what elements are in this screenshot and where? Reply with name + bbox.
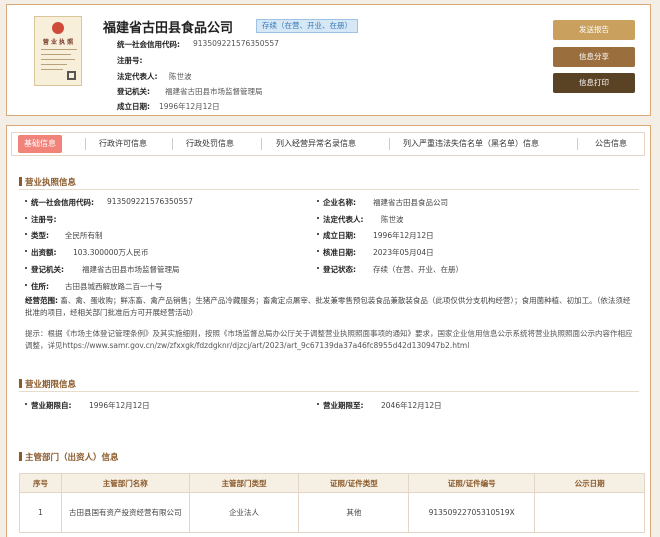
field-label: 统一社会信用代码: <box>31 198 94 207</box>
column-header: 证照/证件类型 <box>298 473 410 493</box>
table-header-row: 序号 主管部门名称 主管部门类型 证照/证件类型 证照/证件编号 公示日期 <box>19 473 645 493</box>
tab-admin-penalty[interactable]: 行政处罚信息 <box>186 133 234 155</box>
field-label: 法定代表人: <box>323 215 364 224</box>
tab-divider <box>85 138 86 150</box>
field-label: 核准日期: <box>323 248 356 257</box>
column-header: 主管部门类型 <box>188 473 300 493</box>
company-header-card: 营 业 执 照 福建省古田县食品公司 存续（在营、开业、在册） 统一社会信用代码… <box>6 4 651 116</box>
tab-admin-license[interactable]: 行政许可信息 <box>99 133 147 155</box>
bullet-icon <box>25 233 27 235</box>
info-tabs: 基础信息 行政许可信息 行政处罚信息 列入经营异常名录信息 列入严重违法失信名单… <box>11 132 645 156</box>
field-label: 登记状态: <box>323 265 356 274</box>
field-label: 营业期限自: <box>31 401 72 410</box>
cell-dept-type: 企业法人 <box>188 492 300 533</box>
field-value: 存续（在营、开业、在册） <box>373 265 463 274</box>
header-row-label: 登记机关: <box>117 87 150 96</box>
print-info-button[interactable]: 信息打印 <box>553 73 635 93</box>
field-label: 企业名称: <box>323 198 356 207</box>
bullet-icon <box>25 217 27 219</box>
field-label: 住所: <box>31 282 49 291</box>
field-value: 1996年12月12日 <box>373 231 434 240</box>
field-value: 全民所有制 <box>65 231 103 240</box>
business-scope-value: 畜、禽、蛋收购；鲜冻畜、禽产品销售；生猪产品冷藏服务；畜禽定点屠宰、批发兼零售预… <box>25 296 631 317</box>
column-header: 公示日期 <box>534 473 645 493</box>
field-value: 陈世波 <box>381 215 404 224</box>
notice-text: 提示：根据《市场主体登记管理条例》及其实施细则，按照《市场监督总局办公厅关于调整… <box>25 329 633 350</box>
tab-abnormal-list[interactable]: 列入经营异常名录信息 <box>276 133 356 155</box>
header-row-value: 陈世波 <box>169 72 192 81</box>
bullet-icon <box>317 403 319 405</box>
bullet-icon <box>317 250 319 252</box>
business-scope-label: 经营范围: <box>25 296 58 305</box>
tab-basic-info[interactable]: 基础信息 <box>18 135 62 153</box>
bullet-icon <box>25 284 27 286</box>
field-label: 成立日期: <box>323 231 356 240</box>
bullet-icon <box>317 217 319 219</box>
cell-cert-type: 其他 <box>298 492 410 533</box>
license-text-line <box>41 69 63 70</box>
field-value: 1996年12月12日 <box>89 401 150 410</box>
bullet-icon <box>25 250 27 252</box>
investor-section-title: 主管部门（出资人）信息 <box>19 451 119 463</box>
bullet-icon <box>25 200 27 202</box>
license-thumb-title: 营 业 执 照 <box>42 39 74 46</box>
term-section-title: 营业期限信息 <box>19 378 76 390</box>
detail-panel: 基础信息 行政许可信息 行政处罚信息 列入经营异常名录信息 列入严重违法失信名单… <box>6 125 651 537</box>
cell-publish-date <box>534 492 645 533</box>
cell-cert-no: 91350922705310519X <box>408 492 536 533</box>
field-label: 营业期限至: <box>323 401 364 410</box>
header-row-label: 统一社会信用代码: <box>117 40 180 49</box>
header-row-value: 913509221576350557 <box>193 39 279 48</box>
status-badge: 存续（在营、开业、在册） <box>256 19 358 33</box>
license-text-line <box>41 49 77 50</box>
cell-index: 1 <box>19 492 62 533</box>
header-row-label: 法定代表人: <box>117 72 158 81</box>
column-header: 主管部门名称 <box>60 473 190 493</box>
bullet-icon <box>25 403 27 405</box>
investor-table: 序号 主管部门名称 主管部门类型 证照/证件类型 证照/证件编号 公示日期 1 … <box>19 473 645 533</box>
bullet-icon <box>317 233 319 235</box>
header-row-value: 福建省古田县市场监督管理局 <box>165 87 263 96</box>
tab-divider <box>172 138 173 150</box>
tab-blacklist[interactable]: 列入严重违法失信名单（黑名单）信息 <box>403 133 539 155</box>
field-label: 注册号: <box>31 215 57 224</box>
bullet-icon <box>317 200 319 202</box>
qr-code-icon <box>67 71 76 80</box>
tab-divider <box>261 138 262 150</box>
field-value: 福建省古田县市场监督管理局 <box>82 265 180 274</box>
bullet-icon <box>317 267 319 269</box>
header-row-value: 1996年12月12日 <box>159 102 220 111</box>
field-value: 福建省古田县食品公司 <box>373 198 448 207</box>
header-row-label: 注册号: <box>117 56 143 65</box>
license-text-line <box>41 54 71 55</box>
share-info-button[interactable]: 信息分享 <box>553 47 635 67</box>
field-value: 2023年05月04日 <box>373 248 434 257</box>
license-text-line <box>41 59 75 60</box>
tab-divider <box>389 138 390 150</box>
section-divider <box>19 189 639 190</box>
business-scope: 经营范围: 畜、禽、蛋收购；鲜冻畜、禽产品销售；生猪产品冷藏服务；畜禽定点屠宰、… <box>25 295 635 319</box>
column-header: 序号 <box>19 473 62 493</box>
table-row: 1 古田县国有资产投资经营有限公司 企业法人 其他 91350922705310… <box>19 492 645 533</box>
field-value: 古田县城西解放路二百一十号 <box>65 282 163 291</box>
column-header: 证照/证件编号 <box>408 473 536 493</box>
section-divider <box>19 391 639 392</box>
field-value: 913509221576350557 <box>107 197 193 206</box>
field-label: 类型: <box>31 231 49 240</box>
field-value: 2046年12月12日 <box>381 401 442 410</box>
bullet-icon <box>25 267 27 269</box>
send-report-button[interactable]: 发送报告 <box>553 20 635 40</box>
company-name: 福建省古田县食品公司 <box>103 21 234 36</box>
cell-dept-name: 古田县国有资产投资经营有限公司 <box>60 492 190 533</box>
license-text-line <box>41 64 67 65</box>
national-emblem-icon <box>52 22 64 34</box>
header-row-label: 成立日期: <box>117 102 150 111</box>
field-label: 登记机关: <box>31 265 64 274</box>
field-value: 103.300000万人民币 <box>73 248 149 257</box>
field-label: 出资额: <box>31 248 57 257</box>
business-license-thumbnail[interactable]: 营 业 执 照 <box>34 16 82 86</box>
tab-divider <box>577 138 578 150</box>
tab-announcements[interactable]: 公告信息 <box>595 133 627 155</box>
license-section-title: 营业执照信息 <box>19 176 76 188</box>
